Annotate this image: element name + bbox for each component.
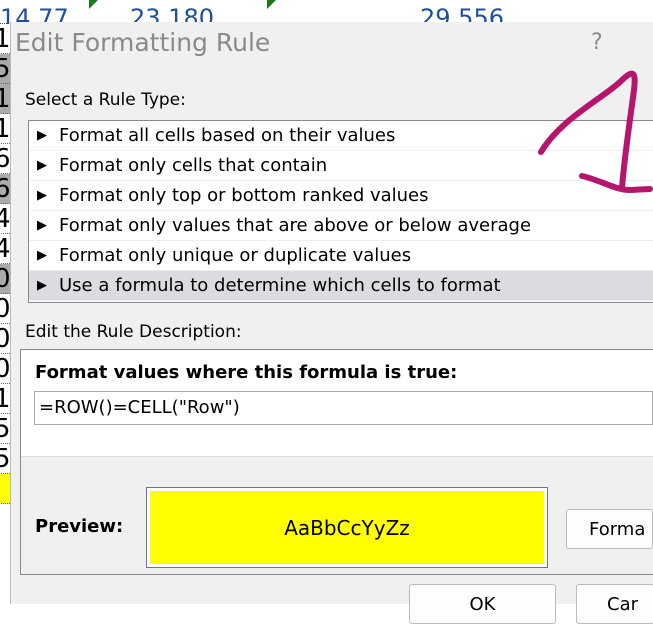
cell: 4 [0, 204, 11, 234]
rule-type-item[interactable]: ▶ Format only cells that contain [29, 151, 653, 181]
cell: 1 [0, 24, 11, 54]
rule-type-item[interactable]: ▶ Format all cells based on their values [29, 121, 653, 151]
rule-description-panel: Format values where this formula is true… [20, 349, 653, 575]
row-column: 1 5 1 1 6 6 4 4 0 0 0 0 1 5 5 [0, 24, 11, 604]
cell: 1 [0, 84, 11, 114]
formula-input[interactable]: =ROW()=CELL("Row") [34, 391, 653, 425]
ok-button[interactable]: OK [409, 584, 556, 624]
triangle-right-icon: ▶ [37, 248, 47, 263]
formula-heading: Format values where this formula is true… [35, 362, 458, 383]
rule-type-label: Select a Rule Type: [25, 90, 186, 110]
rule-type-list[interactable]: ▶ Format all cells based on their values … [28, 120, 653, 303]
rule-type-label: Format only top or bottom ranked values [59, 185, 429, 206]
error-indicator-icon [89, 0, 98, 9]
triangle-right-icon: ▶ [37, 158, 47, 173]
rule-type-label: Format only cells that contain [59, 155, 328, 176]
triangle-right-icon: ▶ [37, 218, 47, 233]
format-button[interactable]: Forma [566, 509, 653, 549]
error-indicator-icon [267, 0, 276, 9]
cell: 1 [0, 114, 11, 144]
spreadsheet-header-row: 14.77 23,180 29,556 [0, 0, 653, 32]
cell [0, 474, 10, 504]
cell: 0 [0, 354, 11, 384]
cell: 0 [0, 324, 11, 354]
rule-type-label: Format only unique or duplicate values [59, 245, 412, 266]
preview-label: Preview: [35, 516, 124, 537]
description-label: Edit the Rule Description: [25, 322, 242, 342]
cell: 6 [0, 174, 11, 204]
rule-type-item[interactable]: ▶ Format only unique or duplicate values [29, 241, 653, 271]
rule-type-item[interactable]: ▶ Format only top or bottom ranked values [29, 181, 653, 211]
rule-type-item-selected[interactable]: ▶ Use a formula to determine which cells … [29, 271, 653, 301]
rule-type-label: Format only values that are above or bel… [59, 215, 532, 236]
cell: 5 [0, 414, 11, 444]
triangle-right-icon: ▶ [37, 188, 47, 203]
cell: 6 [0, 144, 11, 174]
help-button[interactable]: ? [591, 30, 603, 55]
rule-type-item[interactable]: ▶ Format only values that are above or be… [29, 211, 653, 241]
triangle-right-icon: ▶ [37, 278, 47, 293]
dialog-title: Edit Formatting Rule [15, 28, 271, 57]
cell: 0 [0, 264, 11, 294]
edit-formatting-rule-dialog: Edit Formatting Rule ? Select a Rule Typ… [10, 22, 653, 624]
rule-type-label: Format all cells based on their values [59, 125, 396, 146]
triangle-right-icon: ▶ [37, 128, 47, 143]
cancel-button[interactable]: Car [576, 584, 653, 624]
cell: 5 [0, 444, 11, 474]
preview-box: AaBbCcYyZz [146, 487, 548, 568]
cell: 1 [0, 384, 11, 414]
cell: 5 [0, 54, 11, 84]
cell: 0 [0, 294, 11, 324]
rule-type-label: Use a formula to determine which cells t… [59, 275, 501, 296]
cell: 4 [0, 234, 11, 264]
